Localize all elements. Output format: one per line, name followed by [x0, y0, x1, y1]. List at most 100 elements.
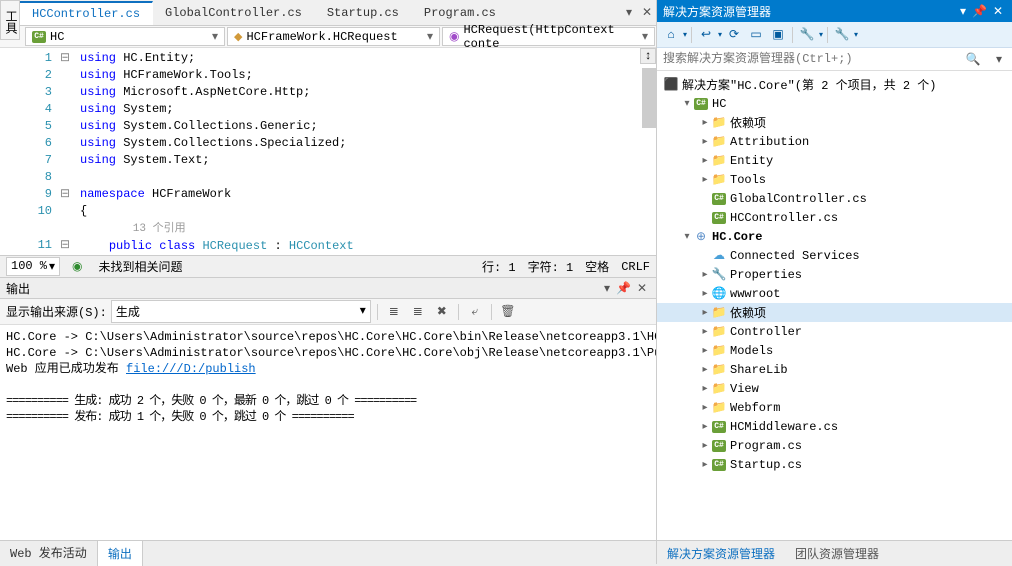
expander-icon[interactable]: ▸: [699, 288, 711, 300]
properties-icon[interactable]: 🔧: [797, 25, 817, 45]
expander-icon[interactable]: ▸: [699, 459, 711, 471]
toolbox-tab[interactable]: 工具箱: [0, 0, 20, 40]
bottom-tab[interactable]: 输出: [97, 540, 143, 566]
output-header: 输出 ▾ 📌 ✕: [0, 277, 656, 299]
goto-next-icon[interactable]: ≣: [408, 302, 428, 322]
member-dropdown[interactable]: ◉ HCRequest(HttpContext conte ▾: [442, 27, 655, 46]
sync-icon[interactable]: ⟳: [724, 25, 744, 45]
collapse-icon[interactable]: ▣: [768, 25, 788, 45]
search-options-icon[interactable]: ▾: [986, 48, 1012, 70]
tab-preview-icon[interactable]: ▾: [622, 6, 636, 20]
scope-dropdown[interactable]: C# HC ▾: [25, 27, 225, 46]
search-icon[interactable]: 🔍: [960, 48, 986, 70]
tree-node[interactable]: ☁Connected Services: [657, 246, 1012, 265]
code-editor[interactable]: 12345678910111213141516 ⊟⊟⊟⊟ using HC.En…: [0, 48, 656, 255]
solution-root[interactable]: ⬛ 解决方案"HC.Core"(第 2 个项目，共 2 个): [657, 75, 1012, 94]
expander-icon[interactable]: ▾: [681, 231, 693, 243]
solution-explorer-title: 解决方案资源管理器 ▾ 📌 ✕: [657, 0, 1012, 22]
tree-node[interactable]: ▸📁Entity: [657, 151, 1012, 170]
tree-node[interactable]: ▸🌐wwwroot: [657, 284, 1012, 303]
tree-node[interactable]: C#HCController.cs: [657, 208, 1012, 227]
node-label: Webform: [730, 401, 780, 415]
tree-node[interactable]: ▸📁Tools: [657, 170, 1012, 189]
tree-node[interactable]: ▸📁View: [657, 379, 1012, 398]
scope-label: HC: [50, 30, 64, 44]
node-label: Models: [730, 344, 773, 358]
expander-icon[interactable]: ▸: [699, 345, 711, 357]
show-all-icon[interactable]: ▭: [746, 25, 766, 45]
tree-node[interactable]: C#GlobalController.cs: [657, 189, 1012, 208]
chevron-down-icon: ▾: [427, 29, 433, 44]
node-icon: 📁: [711, 400, 727, 415]
node-icon: ⊕: [693, 229, 709, 244]
pin-icon[interactable]: 📌: [616, 281, 631, 296]
wordwrap-icon[interactable]: ⤶: [465, 302, 485, 322]
tree-node[interactable]: ▾C#HC: [657, 94, 1012, 113]
dropdown-icon[interactable]: ▾: [604, 281, 610, 296]
clear-all-icon[interactable]: 🗑: [498, 302, 518, 322]
close-icon[interactable]: ✕: [637, 281, 647, 296]
tab-team-explorer[interactable]: 团队资源管理器: [785, 541, 889, 564]
tree-node[interactable]: ▸C#Program.cs: [657, 436, 1012, 455]
node-icon: 📁: [711, 324, 727, 339]
tree-node[interactable]: ▸C#Startup.cs: [657, 455, 1012, 474]
tab-solution-explorer[interactable]: 解决方案资源管理器: [657, 541, 785, 564]
tree-node[interactable]: ▸📁依赖项: [657, 113, 1012, 132]
expander-icon[interactable]: ▸: [699, 364, 711, 376]
expander-icon[interactable]: ▸: [699, 440, 711, 452]
expander-icon[interactable]: ▸: [699, 136, 711, 148]
solution-tree[interactable]: ⬛ 解决方案"HC.Core"(第 2 个项目，共 2 个) ▾C#HC▸📁依赖…: [657, 71, 1012, 540]
tree-node[interactable]: ▸📁依赖项: [657, 303, 1012, 322]
issues-label[interactable]: 未找到相关问题: [98, 258, 182, 275]
pin-icon[interactable]: 📌: [972, 4, 987, 19]
tree-node[interactable]: ▸📁Controller: [657, 322, 1012, 341]
tree-node[interactable]: ▸📁Attribution: [657, 132, 1012, 151]
file-tab[interactable]: HCController.cs: [20, 1, 153, 25]
code-area[interactable]: using HC.Entity;using HCFrameWork.Tools;…: [80, 48, 656, 255]
tree-node[interactable]: ▸📁Webform: [657, 398, 1012, 417]
bottom-tab[interactable]: Web 发布活动: [0, 540, 97, 565]
home-icon[interactable]: ⌂: [661, 25, 681, 45]
scrollbar-thumb[interactable]: [642, 68, 656, 128]
expander-icon[interactable]: ▸: [699, 155, 711, 167]
clear-icon[interactable]: ✖: [432, 302, 452, 322]
file-tab[interactable]: GlobalController.cs: [153, 2, 315, 24]
back-icon[interactable]: ↩: [696, 25, 716, 45]
expander-icon[interactable]: ▸: [699, 383, 711, 395]
file-tab[interactable]: Startup.cs: [315, 2, 412, 24]
tree-node[interactable]: ▸📁Models: [657, 341, 1012, 360]
output-text[interactable]: HC.Core -> C:\Users\Administrator\source…: [0, 325, 656, 540]
expander-icon[interactable]: ▸: [699, 269, 711, 281]
expander-icon[interactable]: ▸: [699, 174, 711, 186]
tree-node[interactable]: ▾⊕HC.Core: [657, 227, 1012, 246]
tab-overflow-icon[interactable]: ✕: [640, 6, 654, 20]
col-indicator[interactable]: 字符: 1: [528, 258, 574, 275]
file-tab[interactable]: Program.cs: [412, 2, 509, 24]
node-icon: C#: [711, 421, 727, 433]
tree-node[interactable]: ▸C#HCMiddleware.cs: [657, 417, 1012, 436]
tree-node[interactable]: ▸🔧Properties: [657, 265, 1012, 284]
expander-icon[interactable]: ▸: [699, 421, 711, 433]
goto-prev-icon[interactable]: ≣: [384, 302, 404, 322]
expander-icon[interactable]: ▸: [699, 402, 711, 414]
solution-toolbar: ⌂▾ ↩▾ ⟳ ▭ ▣ 🔧▾ 🔧▾: [657, 22, 1012, 48]
fold-column[interactable]: ⊟⊟⊟⊟: [60, 48, 80, 255]
expander-icon[interactable]: ▸: [699, 326, 711, 338]
split-toggle-icon[interactable]: ↕: [640, 48, 656, 64]
window-menu-icon[interactable]: ▾: [960, 4, 966, 19]
close-icon[interactable]: ✕: [993, 4, 1003, 19]
expander-icon[interactable]: ▾: [681, 98, 693, 110]
indent-indicator[interactable]: 空格: [585, 258, 609, 275]
tree-node[interactable]: ▸📁ShareLib: [657, 360, 1012, 379]
eol-indicator[interactable]: CRLF: [621, 260, 650, 274]
expander-icon[interactable]: ▸: [699, 117, 711, 129]
expander-icon[interactable]: ▸: [699, 307, 711, 319]
preview-icon[interactable]: 🔧: [832, 25, 852, 45]
zoom-dropdown[interactable]: 100 %▾: [6, 257, 60, 276]
node-label: HCController.cs: [730, 211, 838, 225]
type-dropdown[interactable]: ◆ HCFrameWork.HCRequest ▾: [227, 27, 440, 46]
line-indicator[interactable]: 行: 1: [482, 258, 516, 275]
method-icon: ◉: [449, 29, 459, 44]
output-source-dropdown[interactable]: 生成▾: [111, 300, 371, 323]
solution-search-input[interactable]: [657, 48, 960, 70]
